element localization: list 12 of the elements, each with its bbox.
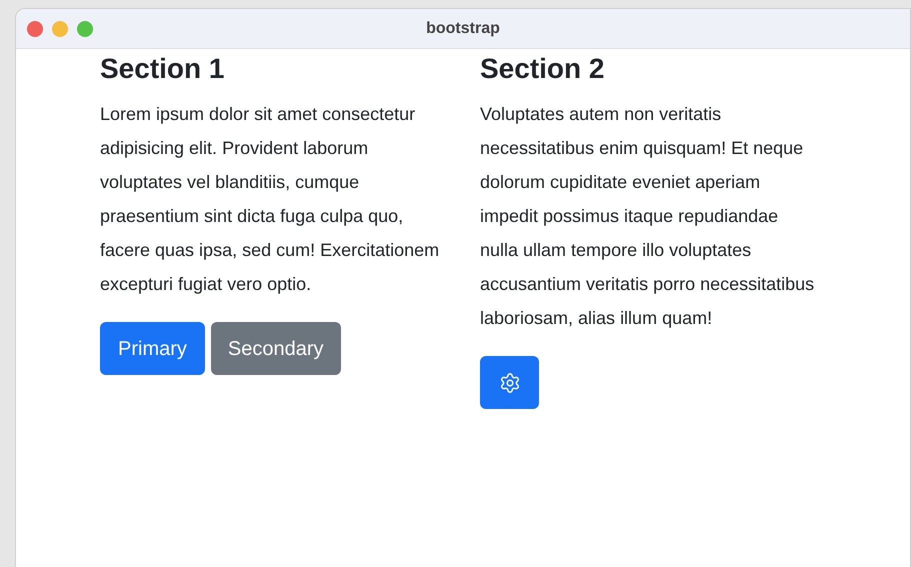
close-icon[interactable] [27, 20, 43, 36]
section-paragraph: Voluptates autem non veritatis necessitatibus enim quisquam! Et neque dolorum cupiditate eveniet aperiam impedit possimus itaque repudiandae nulla ullam tempore illo voluptates accusantium veritatis porro necessitatibus laboriosam, alias illum quam! [480, 103, 816, 330]
window-title: bootstrap [426, 18, 500, 38]
section-paragraph: Lorem ipsum dolor sit amet consectetur adipisicing elit. Provident laborum voluptates vel blanditiis, cumque praesentium sint dicta fuga culpa quo, facere quas ipsa, sed cum! Exercitationem excepturi fugiat vero optio. [100, 103, 440, 296]
settings-button[interactable] [480, 356, 539, 409]
section-heading: Section 1 [100, 52, 226, 86]
minimize-icon[interactable] [52, 20, 68, 36]
primary-button[interactable]: Primary [100, 322, 205, 375]
maximize-icon[interactable] [77, 20, 93, 36]
section-heading: Section 2 [480, 52, 606, 86]
secondary-button[interactable]: Secondary [210, 322, 341, 375]
settings-icon [498, 372, 520, 394]
